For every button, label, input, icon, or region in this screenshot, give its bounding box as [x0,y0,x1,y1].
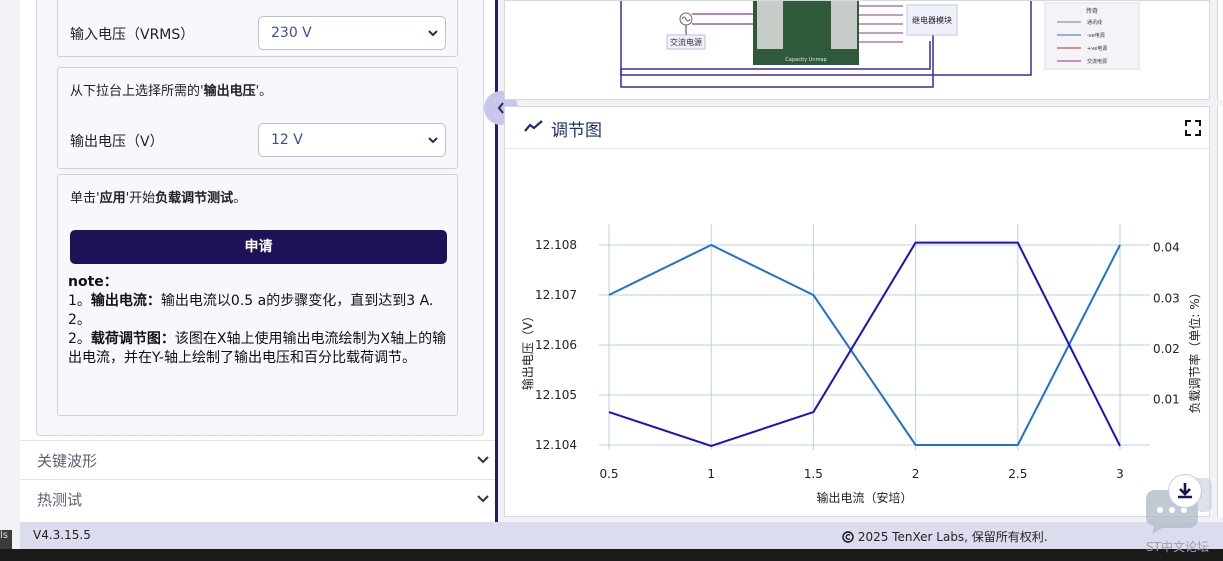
regulation-chart: 0.5 1 1.5 2 2.5 3 12.104 12.105 12.106 12.107 12.1… [520,224,1202,505]
y-tick-label: 12.104 [535,438,577,452]
terminal-block-right [831,1,857,49]
apply-button[interactable]: 申请 [70,230,447,264]
output-voltage-value: 12 V [271,132,303,148]
legend-label: 交流电源 [1087,58,1107,65]
relay-wires [859,5,903,43]
x-tick-label: 1 [707,467,715,481]
output-voltage-card: 从下拉台上选择所需的'输出电压'。 输出电压（V） 12 V [57,67,458,169]
x-axis-title: 输出电流（安培） [816,490,912,505]
watermark-text: ST中文论坛 [1146,540,1209,554]
download-button[interactable] [1168,474,1202,508]
output-voltage-label: 输出电压（V） [70,134,164,150]
copyright-icon [842,531,854,543]
chevron-down-icon [428,30,438,37]
y-tick-label: 12.107 [535,288,577,302]
board-label: Capacity Unmap [785,57,826,63]
x-tick-label: 2 [912,467,920,481]
legend-label: 通讯线 [1087,19,1102,26]
regulation-chart-card: 调节图 0.5 1 1.5 2 2.5 3 12.104 12.105 12.106 12.107… [504,106,1210,517]
series-line [608,241,1121,448]
y-axis-title: 输出电压（V） [520,310,535,390]
ac-label: 交流电源 [670,37,702,47]
download-icon [1178,483,1192,499]
apply-card: 单击'应用'开始负载调节测试。 申请 note： 1。输出电流：输出电流以0.5… [57,174,458,416]
y-tick-label: 12.105 [535,388,577,402]
copyright: 2025 TenXer Labs, 保留所有权利. [842,528,1048,545]
taskbar [0,549,1223,561]
terminal-block-left [757,1,783,49]
y2-tick-label: 0.04 [1153,241,1180,255]
x-tick-label: 1.5 [804,467,823,481]
circuit-diagram-card: 交流电源 Capacity Unmap 继电器模块 传奇 通讯线 -ve电源 +ve… [504,0,1210,100]
input-voltage-select[interactable]: 230 V [258,16,446,50]
note-item-1: 1。输出电流：输出电流以0.5 a的步骤变化，直到达到3 A. [68,293,434,309]
copyright-text: 2025 TenXer Labs, 保留所有权利. [857,530,1048,544]
settings-panel: 输入电压（VRMS） 230 V 从下拉台上选择所需的'输出电压'。 输出电压（… [20,0,498,522]
y2-axis-title: 负载调节率（单位: %） [1187,286,1202,413]
y2-tick-label: 0.02 [1153,342,1180,356]
taskbar-strip: ls [0,530,12,550]
side-card-edge [1217,0,1223,100]
input-voltage-card: 输入电压（VRMS） 230 V [57,0,458,57]
app-version: V4.3.15.5 [33,528,91,542]
legend-label: -ve电源 [1087,32,1105,39]
settings-card: 输入电压（VRMS） 230 V 从下拉台上选择所需的'输出电压'。 输出电压（… [36,0,484,436]
accordion-key-waveforms[interactable]: 关键波形 [20,440,498,478]
accordion-label: 关键波形 [37,452,98,470]
chevron-down-icon [428,137,438,144]
accordion-thermal-test[interactable]: 热测试 [20,479,498,517]
circuit-diagram: 交流电源 Capacity Unmap 继电器模块 传奇 通讯线 -ve电源 +ve… [620,0,1140,88]
line-chart-icon [524,120,543,132]
relay-module-label: 继电器模块 [912,15,952,25]
note-title: note： [68,274,118,290]
y-tick-label: 12.108 [535,238,577,252]
ac-source-icon [679,12,693,26]
fullscreen-icon[interactable] [1185,120,1201,136]
taskbar-strip-label: ls [0,530,8,541]
y2-tick-label: 0.03 [1153,291,1180,305]
x-tick-label: 3 [1116,467,1124,481]
ac-wire [685,13,753,35]
legend-title: 传奇 [1086,7,1098,15]
output-voltage-prompt: 从下拉台上选择所需的'输出电压'。 [70,84,273,99]
note-section: note： 1。输出电流：输出电流以0.5 a的步骤变化，直到达到3 A. 2。… [68,273,456,368]
y-tick-label: 12.106 [535,338,577,352]
input-voltage-label: 输入电压（VRMS） [70,27,195,43]
legend-label: +ve电源 [1087,45,1107,52]
y2-tick-label: 0.01 [1153,392,1180,406]
chart-header: 调节图 [505,107,1209,149]
accordion-label: 热测试 [37,491,83,509]
x-tick-label: 2.5 [1008,467,1027,481]
chevron-down-icon [477,456,489,464]
note-item-3: 2。载荷调节图：该图在X轴上使用输出电流绘制为X轴上的输出电流，并在Y-轴上绘制… [68,331,447,366]
input-voltage-value: 230 V [271,25,312,41]
x-tick-label: 0.5 [599,467,618,481]
panel-divider[interactable] [495,0,498,522]
apply-hint: 单击'应用'开始负载调节测试。 [70,191,247,206]
footer: V4.3.15.5 2025 TenXer Labs, 保留所有权利. [20,522,1223,549]
note-item-2: 2。 [68,312,91,328]
side-card-edge [1217,106,1223,517]
output-voltage-select[interactable]: 12 V [258,123,446,157]
chart-title: 调节图 [551,121,602,141]
chevron-down-icon [477,495,489,503]
